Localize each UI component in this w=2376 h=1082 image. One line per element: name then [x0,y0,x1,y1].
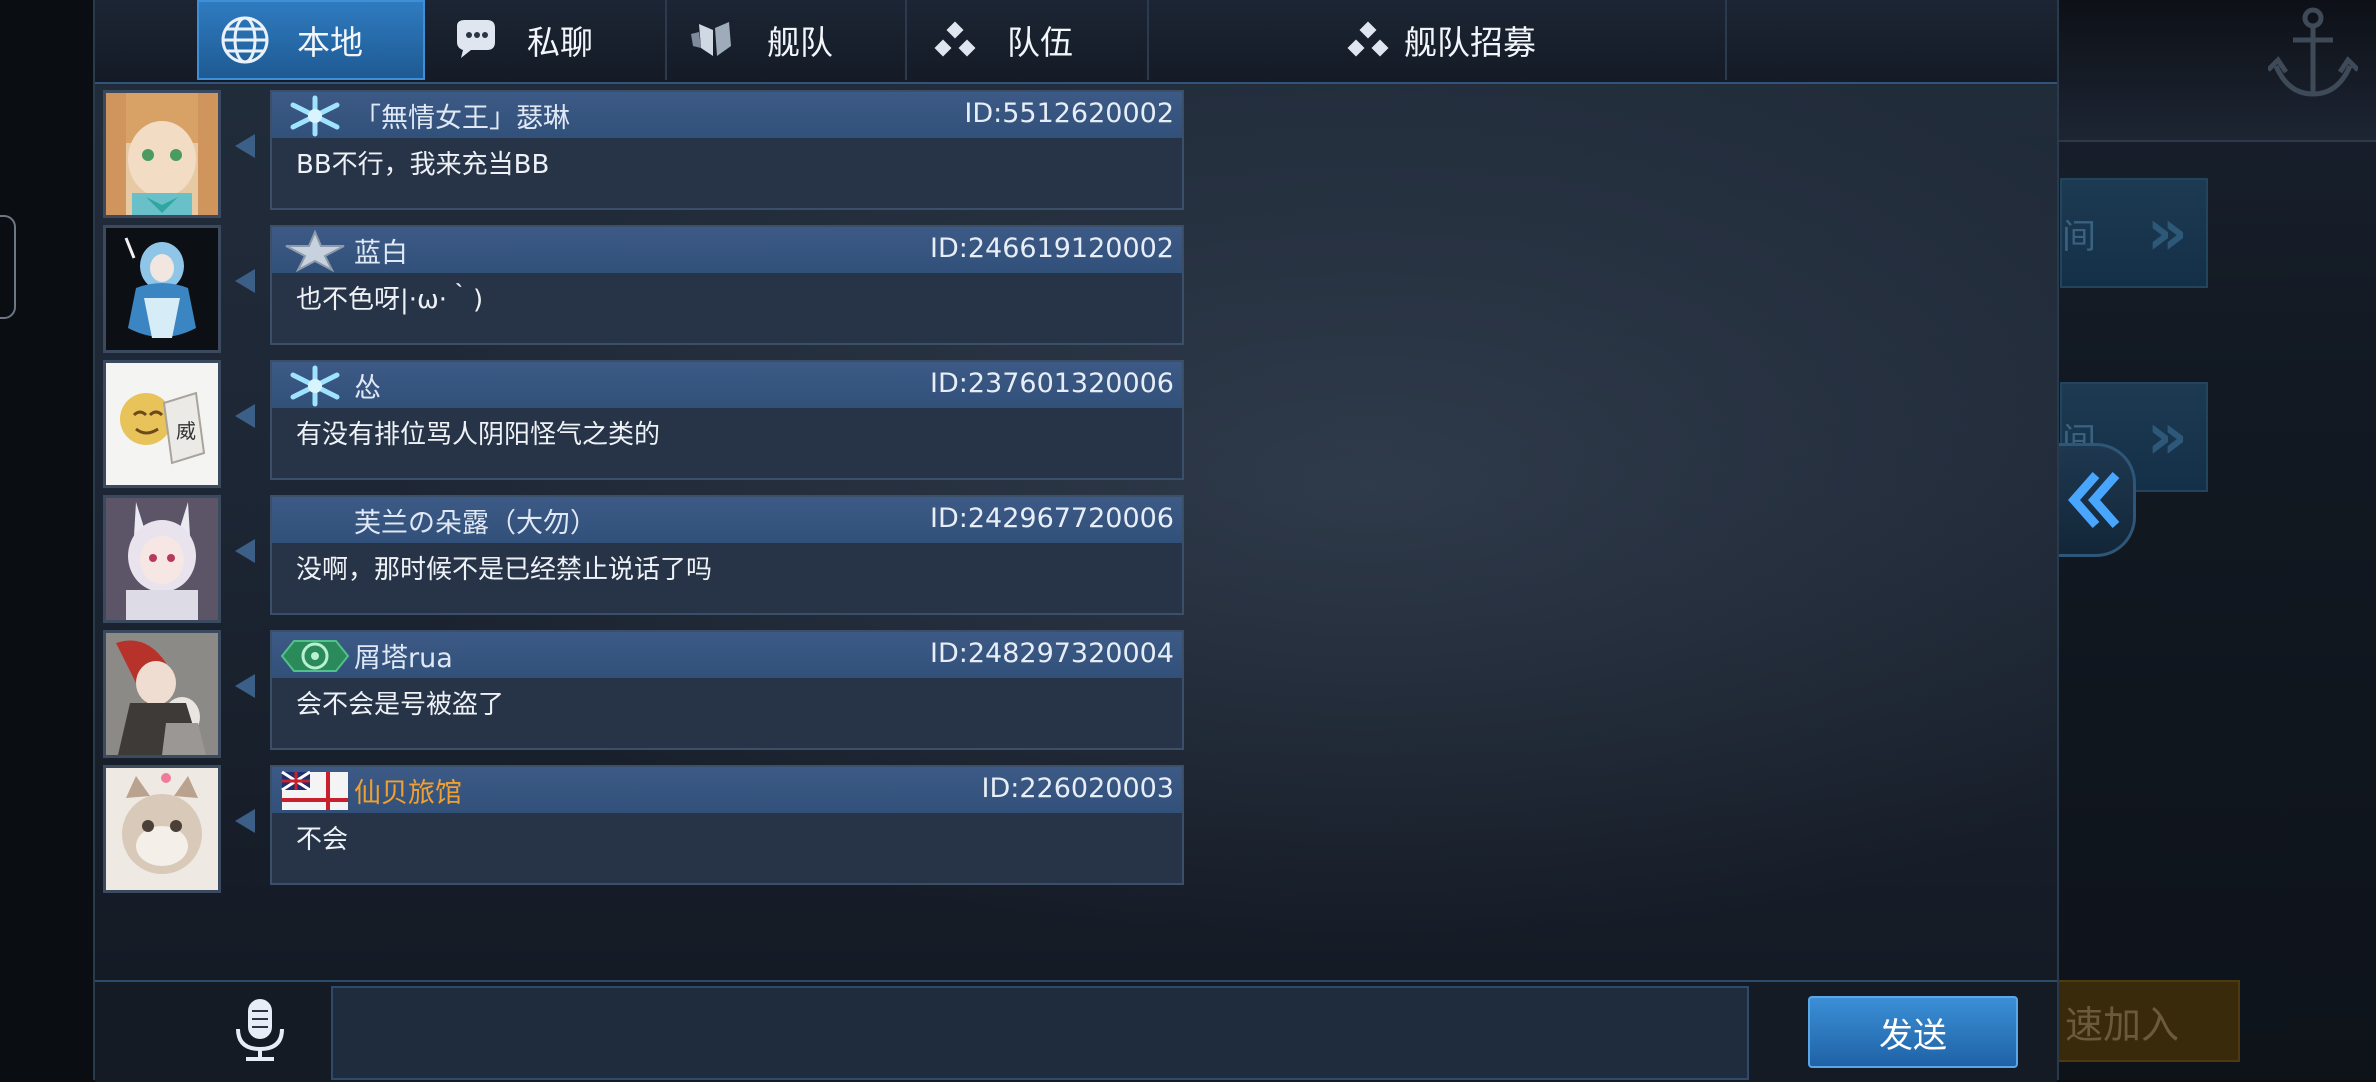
tab-local[interactable]: 本地 [197,0,425,80]
background-button-1-label: 间 [2062,216,2096,257]
microphone-icon[interactable] [230,995,290,1063]
tab-fleet-recruit-label: 舰队招募 [1404,23,1536,62]
star-badge-icon [285,230,345,272]
message-text: 会不会是号被盗了 [296,690,505,720]
tab-fleet[interactable]: 舰队 [669,0,907,80]
sender-name[interactable]: 芙兰の朵露（大勿） [354,501,597,540]
snowflake-badge-icon [290,95,340,137]
bubble-pointer [235,404,255,428]
message-bubble: 怂 ID:237601320006 有没有排位骂人阴阳怪气之类的 [270,360,1184,480]
chat-message: 威 怂 ID:237601320006 有没有排位骂人阴阳怪气之类的 [95,360,1295,490]
sender-id: ID:248297320004 [930,638,1174,669]
tab-private-label: 私聊 [527,23,593,62]
chat-message: 仙贝旅馆 ID:226020003 不会 [95,765,1295,895]
bubble-pointer [235,809,255,833]
chat-message: 「無情女王」瑟琳 ID:5512620002 BB不行，我来充当BB [95,90,1295,220]
message-bubble: 「無情女王」瑟琳 ID:5512620002 BB不行，我来充当BB [270,90,1184,210]
naval-flag-badge-icon [281,770,348,810]
collapse-chat-button[interactable] [2055,443,2136,557]
sender-name[interactable]: 蓝白 [354,231,408,270]
fleet-icon [691,22,731,56]
sender-id: ID:246619120002 [930,233,1174,264]
chat-tab-bar: 本地 私聊 舰队 队伍 舰队招募 [95,0,2057,84]
message-text: 没啊，那时候不是已经禁止说话了吗 [296,555,713,585]
team-dots-icon [934,21,976,57]
sender-name[interactable]: 仙贝旅馆 [354,771,462,810]
chat-input[interactable] [331,986,1749,1080]
message-text: 不会 [296,825,349,855]
sender-name[interactable]: 「無情女王」瑟琳 [354,96,570,135]
quick-join-label: 速加入 [2065,1002,2180,1047]
sender-id: ID:5512620002 [964,98,1174,129]
message-header: 蓝白 ID:246619120002 [272,227,1182,273]
sender-name[interactable]: 屑塔rua [354,636,453,675]
quick-join-button[interactable]: 速加入 [2055,980,2240,1062]
chat-input-bar: 发送 [95,980,2057,1082]
snowflake-badge-icon [290,365,340,407]
tab-fleet-label: 舰队 [767,23,833,62]
tab-private[interactable]: 私聊 [429,0,667,80]
bubble-pointer [235,539,255,563]
chat-message: 屑塔rua ID:248297320004 会不会是号被盗了 [95,630,1295,760]
message-text: BB不行，我来充当BB [296,150,550,180]
sender-id: ID:242967720006 [930,503,1174,534]
message-text: 有没有排位骂人阴阳怪气之类的 [296,420,661,450]
globe-icon [221,16,269,64]
message-text: 也不色呀|·ω·｀) [296,285,484,315]
bubble-pointer [235,674,255,698]
send-button[interactable]: 发送 [1808,996,2018,1068]
double-chevron-left-icon [2068,472,2120,528]
tab-fleet-recruit[interactable]: 舰队招募 [1151,0,1727,80]
message-header: 屑塔rua ID:248297320004 [272,632,1182,678]
bubble-pointer [235,134,255,158]
message-bubble: 蓝白 ID:246619120002 也不色呀|·ω·｀) [270,225,1184,345]
anchor-icon [2268,7,2358,97]
tab-team[interactable]: 队伍 [909,0,1149,80]
message-header: 仙贝旅馆 ID:226020003 [272,767,1182,813]
avatar[interactable] [103,495,221,623]
team-dots-icon [1347,21,1389,57]
avatar[interactable] [103,630,221,758]
chat-message: 蓝白 ID:246619120002 也不色呀|·ω·｀) [95,225,1295,355]
avatar[interactable]: 威 [103,360,221,488]
double-chevron-right-icon: » [2146,400,2188,474]
svg-text:威: 威 [176,419,196,443]
device-edge [0,215,16,319]
chat-message: 芙兰の朵露（大勿） ID:242967720006 没啊，那时候不是已经禁止说话… [95,495,1295,625]
tab-team-label: 队伍 [1007,23,1073,62]
tab-local-label: 本地 [297,23,363,62]
avatar[interactable] [103,225,221,353]
message-header: 芙兰の朵露（大勿） ID:242967720006 [272,497,1182,543]
background-button-1[interactable]: 间 » [2060,178,2208,288]
message-bubble: 仙贝旅馆 ID:226020003 不会 [270,765,1184,885]
double-chevron-right-icon: » [2146,196,2188,270]
message-header: 「無情女王」瑟琳 ID:5512620002 [272,92,1182,138]
avatar[interactable] [103,765,221,893]
avatar[interactable] [103,90,221,218]
message-header: 怂 ID:237601320006 [272,362,1182,408]
sender-id: ID:226020003 [981,773,1174,804]
sender-name[interactable]: 怂 [354,366,381,405]
message-bubble: 芙兰の朵露（大勿） ID:242967720006 没啊，那时候不是已经禁止说话… [270,495,1184,615]
sender-id: ID:237601320006 [930,368,1174,399]
bubble-pointer [235,269,255,293]
message-bubble: 屑塔rua ID:248297320004 会不会是号被盗了 [270,630,1184,750]
green-emblem-badge-icon [280,640,350,672]
chat-bubble-icon [457,20,495,58]
chat-panel: 本地 私聊 舰队 队伍 舰队招募 「無情女王」瑟琳 ID:5512620002 … [93,0,2059,1082]
